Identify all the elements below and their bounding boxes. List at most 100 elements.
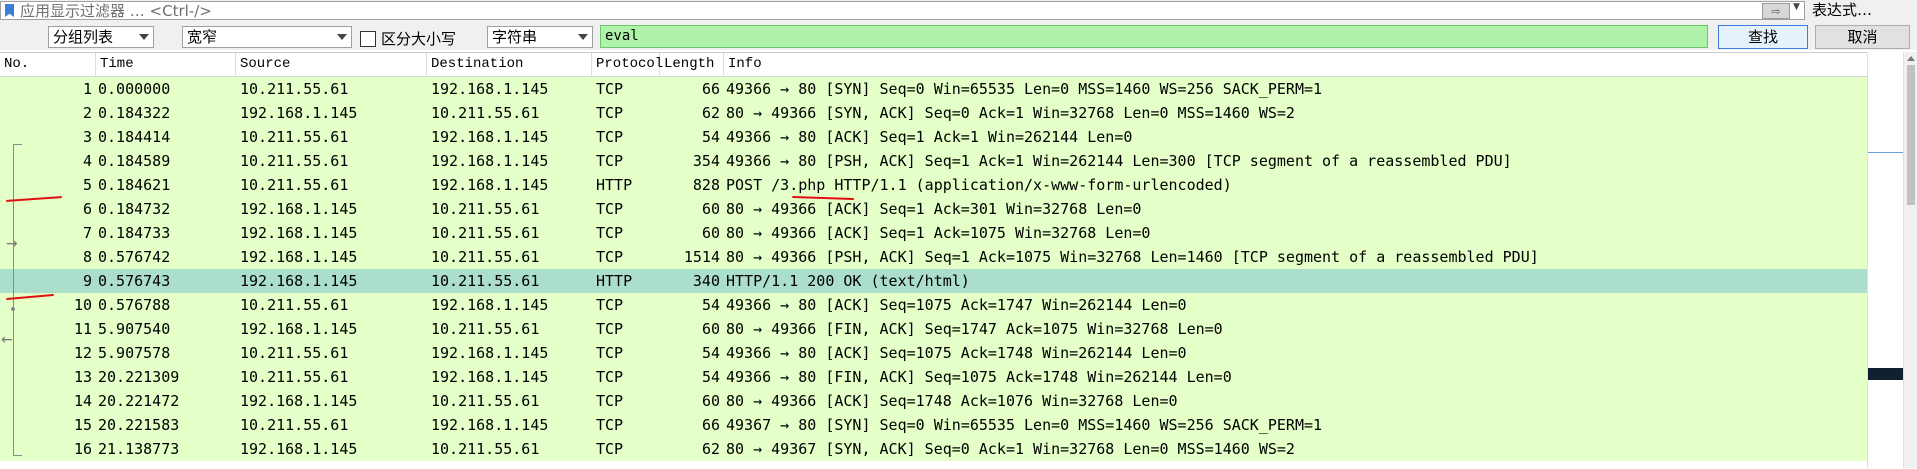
packet-row[interactable]: 9 0.576743 192.168.1.145 10.211.55.61 HTTP 34… <box>0 269 1867 293</box>
packet-source: 10.211.55.61 <box>240 80 349 98</box>
packet-source: 192.168.1.145 <box>240 440 358 458</box>
packet-info: POST /3.php HTTP/1.1 (application/x-www-… <box>726 176 1232 194</box>
response-arrow-icon: ← <box>1 332 13 348</box>
packet-row[interactable]: 5 0.184621 10.211.55.61 192.168.1.145 HTTP 82… <box>0 173 1867 197</box>
char-width-select[interactable]: 宽窄 <box>182 26 352 48</box>
packet-length: 60 <box>701 224 720 242</box>
packet-destination: 10.211.55.61 <box>431 272 540 290</box>
packet-protocol: HTTP <box>596 272 633 290</box>
packet-row[interactable]: 14 20.221472 192.168.1.145 10.211.55.61 TCP 6… <box>0 389 1867 413</box>
packet-time: 5.907540 <box>98 320 171 338</box>
packet-row[interactable]: 11 5.907540 192.168.1.145 10.211.55.61 TCP 60… <box>0 317 1867 341</box>
packet-protocol: HTTP <box>596 176 633 194</box>
packet-source: 192.168.1.145 <box>240 272 358 290</box>
packet-destination: 192.168.1.145 <box>431 176 549 194</box>
packet-destination: 10.211.55.61 <box>431 200 540 218</box>
packet-info: 49366 → 80 [ACK] Seq=1075 Ack=1747 Win=2… <box>726 296 1187 314</box>
case-sensitive-checkbox[interactable]: 区分大小写 <box>360 28 456 49</box>
packet-row[interactable]: 15 20.221583 10.211.55.61 192.168.1.145 TCP 6… <box>0 413 1867 437</box>
packet-no: 14 <box>73 392 92 410</box>
column-header-time[interactable]: Time <box>96 53 236 76</box>
packet-info: 80 → 49366 [ACK] Seq=1 Ack=1075 Win=3276… <box>726 224 1151 242</box>
packet-destination: 10.211.55.61 <box>431 104 540 122</box>
packet-protocol: TCP <box>596 200 624 218</box>
apply-filter-button[interactable]: ⇨ <box>1762 3 1790 19</box>
column-header-protocol[interactable]: Protocol <box>592 53 663 76</box>
packet-no: 5 <box>82 176 92 194</box>
packet-length: 54 <box>701 344 720 362</box>
column-header-source[interactable]: Source <box>236 53 427 76</box>
char-width-value: 宽窄 <box>187 28 218 46</box>
minimap-marker <box>1868 152 1903 153</box>
search-type-value: 字符串 <box>492 28 538 46</box>
packet-protocol: TCP <box>596 416 624 434</box>
packet-info: 80 → 49366 [ACK] Seq=1 Ack=301 Win=32768… <box>726 200 1142 218</box>
packet-time: 0.576743 <box>98 272 171 290</box>
column-header-destination[interactable]: Destination <box>427 53 592 76</box>
packet-info: 49366 → 80 [PSH, ACK] Seq=1 Ack=1 Win=26… <box>726 152 1512 170</box>
vertical-scrollbar[interactable] <box>1903 52 1917 468</box>
expression-button[interactable]: 表达式… <box>1812 1 1872 20</box>
packet-row[interactable]: 16 21.138773 192.168.1.145 10.211.55.61 TCP 6… <box>0 437 1867 461</box>
chevron-down-icon[interactable]: ▼ <box>1793 2 1800 12</box>
packet-destination: 10.211.55.61 <box>431 392 540 410</box>
bookmark-icon[interactable] <box>5 4 14 17</box>
packet-time: 0.576788 <box>98 296 171 314</box>
scroll-up-icon[interactable] <box>1907 56 1915 61</box>
scrollbar-thumb[interactable] <box>1907 65 1915 205</box>
packet-info: 49366 → 80 [ACK] Seq=1 Ack=1 Win=262144 … <box>726 128 1133 146</box>
packet-time: 0.184733 <box>98 224 171 242</box>
packet-info: 49366 → 80 [FIN, ACK] Seq=1075 Ack=1748 … <box>726 368 1232 386</box>
search-input[interactable]: eval <box>600 25 1708 48</box>
packet-no: 1 <box>82 80 92 98</box>
packet-no: 9 <box>82 272 92 290</box>
packet-destination: 10.211.55.61 <box>431 224 540 242</box>
packet-list: No. Time Source Destination Protocol Len… <box>0 52 1917 469</box>
packet-info: 80 → 49366 [FIN, ACK] Seq=1747 Ack=1075 … <box>726 320 1223 338</box>
packet-row[interactable]: 2 0.184322 192.168.1.145 10.211.55.61 TCP 62 8… <box>0 101 1867 125</box>
find-button[interactable]: 查找 <box>1718 25 1808 49</box>
packet-row[interactable]: 1 0.000000 10.211.55.61 192.168.1.145 TCP 66 4… <box>0 77 1867 101</box>
packet-protocol: TCP <box>596 248 624 266</box>
packet-source: 10.211.55.61 <box>240 128 349 146</box>
packet-time: 20.221472 <box>98 392 180 410</box>
search-type-select[interactable]: 字符串 <box>487 26 593 48</box>
packet-source: 192.168.1.145 <box>240 248 358 266</box>
packet-info: 49366 → 80 [SYN] Seq=0 Win=65535 Len=0 M… <box>726 80 1323 98</box>
minimap-selected-marker <box>1868 368 1903 380</box>
packet-source: 10.211.55.61 <box>240 368 349 386</box>
packet-no: 7 <box>82 224 92 242</box>
packet-row[interactable]: 3 0.184414 10.211.55.61 192.168.1.145 TCP 54 4… <box>0 125 1867 149</box>
packet-minimap[interactable] <box>1867 52 1903 468</box>
packet-length: 60 <box>701 320 720 338</box>
packet-source: 10.211.55.61 <box>240 344 349 362</box>
packet-source: 10.211.55.61 <box>240 296 349 314</box>
packet-length: 340 <box>692 272 720 290</box>
packet-time: 0.184621 <box>98 176 171 194</box>
packet-length: 60 <box>701 392 720 410</box>
packet-no: 3 <box>82 128 92 146</box>
column-header-no[interactable]: No. <box>0 53 96 76</box>
packet-row[interactable]: 10 0.576788 10.211.55.61 192.168.1.145 TCP 54… <box>0 293 1867 317</box>
packet-row[interactable]: 8 0.576742 192.168.1.145 10.211.55.61 TCP 151… <box>0 245 1867 269</box>
checkbox-box[interactable] <box>360 30 376 47</box>
chevron-down-icon <box>337 34 347 40</box>
search-in-select[interactable]: 分组列表 <box>48 26 154 48</box>
packet-protocol: TCP <box>596 296 624 314</box>
packet-row[interactable]: 6 0.184732 192.168.1.145 10.211.55.61 TCP 60 8… <box>0 197 1867 221</box>
packet-source: 10.211.55.61 <box>240 176 349 194</box>
packet-row[interactable]: 13 20.221309 10.211.55.61 192.168.1.145 TCP 5… <box>0 365 1867 389</box>
display-filter-input[interactable]: 应用显示过滤器 … <Ctrl-/> <box>0 1 1805 20</box>
column-header-length[interactable]: Length <box>660 53 724 76</box>
packet-destination: 192.168.1.145 <box>431 128 549 146</box>
packet-time: 20.221309 <box>98 368 180 386</box>
packet-row[interactable]: 4 0.184589 10.211.55.61 192.168.1.145 TCP 354… <box>0 149 1867 173</box>
packet-source: 192.168.1.145 <box>240 320 358 338</box>
packet-destination: 192.168.1.145 <box>431 80 549 98</box>
case-sensitive-label: 区分大小写 <box>381 30 457 48</box>
chevron-down-icon <box>139 34 149 40</box>
packet-row[interactable]: 12 5.907578 10.211.55.61 192.168.1.145 TCP 54… <box>0 341 1867 365</box>
packet-row[interactable]: 7 0.184733 192.168.1.145 10.211.55.61 TCP 60 8… <box>0 221 1867 245</box>
column-header-info[interactable]: Info <box>724 53 1867 76</box>
cancel-button[interactable]: 取消 <box>1815 25 1910 49</box>
